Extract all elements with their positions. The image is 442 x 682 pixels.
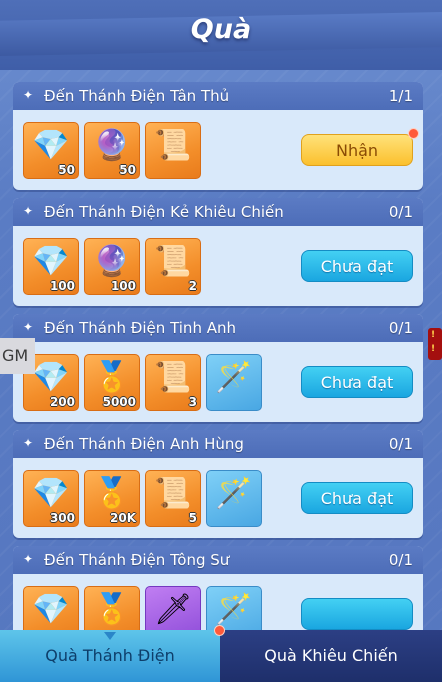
- reward-item[interactable]: 🏅 5000: [84, 354, 140, 411]
- reward-card: ✦ Đến Thánh Điện Anh Hùng 0/1 💎 300 🏅 20K 📜 5 🪄 Ch…: [13, 430, 423, 538]
- reward-quantity: 3: [188, 395, 197, 409]
- notification-dot: [214, 625, 225, 636]
- diamond-icon: 💎: [32, 244, 70, 279]
- reward-item[interactable]: 💎 50: [23, 122, 79, 179]
- orb-icon: 🔮: [93, 128, 131, 163]
- staff-icon: 🪄: [215, 360, 253, 395]
- diamond-icon: 💎: [32, 128, 70, 163]
- reward-item[interactable]: 📜: [145, 122, 201, 179]
- reward-item[interactable]: 🪄: [206, 354, 262, 411]
- notification-dot: [408, 128, 419, 139]
- reward-items: 💎 200 🏅 5000 📜 3 🪄: [23, 354, 262, 411]
- not-reached-button[interactable]: Chưa đạt: [301, 366, 413, 398]
- emblem-icon: 🏅: [93, 476, 131, 511]
- reward-items: 💎 100 🔮 100 📜 2: [23, 238, 201, 295]
- reward-quantity: 5000: [102, 395, 136, 409]
- reward-quantity: 5: [188, 511, 197, 525]
- scroll-icon: 📜: [154, 128, 192, 163]
- sparkle-icon: ✦: [23, 552, 34, 566]
- sparkle-icon: ✦: [23, 320, 34, 334]
- alert-mark: !: [431, 344, 436, 354]
- reward-list[interactable]: ✦ Đến Thánh Điện Tân Thủ 1/1 💎 50 🔮 50 📜 Nhận ✦ Đế…: [13, 82, 423, 662]
- alert-mark: !: [431, 330, 436, 340]
- reward-card: ✦ Đến Thánh Điện Kẻ Khiêu Chiến 0/1 💎 100 🔮 10…: [13, 198, 423, 306]
- blade-icon: 🗡: [153, 592, 193, 627]
- claim-button[interactable]: Nhận: [301, 134, 413, 166]
- reward-items: 💎 300 🏅 20K 📜 5 🪄: [23, 470, 262, 527]
- not-reached-button[interactable]: Chưa đạt: [301, 482, 413, 514]
- reward-quantity: 100: [49, 279, 75, 293]
- card-progress: 1/1: [388, 87, 413, 105]
- rewards-panel: Quà ✦ Đến Thánh Điện Tân Thủ 1/1 💎 50 🔮 50 📜 Nhậ…: [0, 0, 442, 682]
- reward-item[interactable]: 🔮 100: [84, 238, 140, 295]
- emblem-icon: 🏅: [93, 592, 131, 627]
- reward-item[interactable]: 📜 5: [145, 470, 201, 527]
- reward-items: 💎 50 🔮 50 📜: [23, 122, 201, 179]
- sparkle-icon: ✦: [23, 88, 34, 102]
- card-title: Đến Thánh Điện Tông Sư: [44, 551, 230, 569]
- reward-card: ✦ Đến Thánh Điện Tân Thủ 1/1 💎 50 🔮 50 📜 Nhận: [13, 82, 423, 190]
- reward-item[interactable]: 🏅 20K: [84, 470, 140, 527]
- tab-challenge-rewards[interactable]: Quà Khiêu Chiến: [220, 630, 442, 682]
- not-reached-button[interactable]: Chưa đạt: [301, 250, 413, 282]
- gm-tag[interactable]: GM: [0, 338, 35, 374]
- card-progress: 0/1: [388, 319, 413, 337]
- active-tab-pointer-icon: [104, 632, 116, 640]
- card-progress: 0/1: [388, 435, 413, 453]
- reward-item[interactable]: 🪄: [206, 470, 262, 527]
- reward-item[interactable]: 📜 3: [145, 354, 201, 411]
- reward-quantity: 100: [110, 279, 136, 293]
- reward-quantity: 50: [119, 163, 136, 177]
- card-title: Đến Thánh Điện Tinh Anh: [44, 319, 236, 337]
- staff-icon: 🪄: [215, 476, 253, 511]
- reward-item[interactable]: 🔮 50: [84, 122, 140, 179]
- reward-quantity: 300: [49, 511, 75, 525]
- reward-quantity: 200: [49, 395, 75, 409]
- reward-quantity: 50: [58, 163, 75, 177]
- page-title: Quà: [190, 14, 252, 45]
- sparkle-icon: ✦: [23, 436, 34, 450]
- reward-card: ✦ Đến Thánh Điện Tinh Anh 0/1 💎 200 🏅 5000 📜 3 🪄 C…: [13, 314, 423, 422]
- reward-item[interactable]: 📜 2: [145, 238, 201, 295]
- reward-item[interactable]: 💎 100: [23, 238, 79, 295]
- card-progress: 0/1: [388, 203, 413, 221]
- card-title: Đến Thánh Điện Tân Thủ: [44, 87, 230, 105]
- card-title: Đến Thánh Điện Anh Hùng: [44, 435, 244, 453]
- staff-icon: 🪄: [215, 592, 253, 627]
- tab-bar: Quà Thánh Điện Quà Khiêu Chiến: [0, 625, 442, 682]
- sparkle-icon: ✦: [23, 204, 34, 218]
- orb-icon: 🔮: [93, 244, 131, 279]
- scroll-icon: 📜: [154, 360, 192, 395]
- diamond-icon: 💎: [32, 476, 70, 511]
- header: Quà: [0, 0, 442, 70]
- diamond-icon: 💎: [32, 592, 70, 627]
- alert-badge[interactable]: ! !: [428, 328, 442, 360]
- reward-item[interactable]: 💎 300: [23, 470, 79, 527]
- reward-quantity: 20K: [110, 511, 136, 525]
- card-progress: 0/1: [388, 551, 413, 569]
- emblem-icon: 🏅: [93, 360, 131, 395]
- card-title: Đến Thánh Điện Kẻ Khiêu Chiến: [44, 203, 284, 221]
- reward-quantity: 2: [188, 279, 197, 293]
- scroll-icon: 📜: [154, 244, 192, 279]
- scroll-icon: 📜: [154, 476, 192, 511]
- not-reached-button[interactable]: [301, 598, 413, 630]
